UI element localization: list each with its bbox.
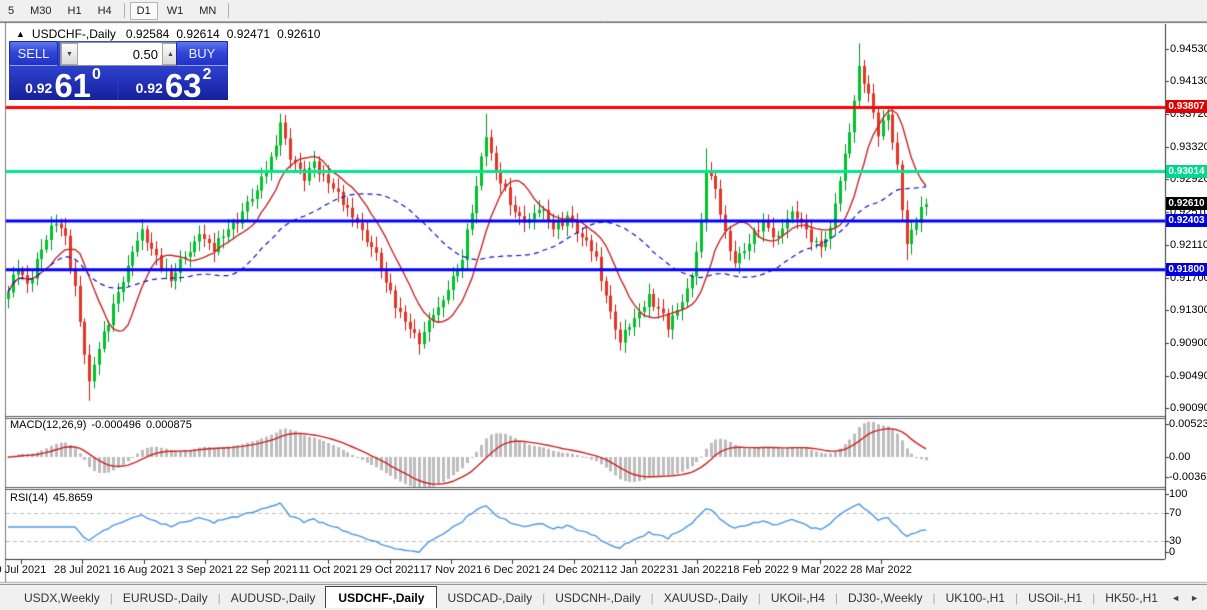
tab-scroll-left-icon[interactable]: ◄ [1171, 593, 1180, 603]
date-label: 16 Aug 2021 [113, 564, 175, 576]
sell-button[interactable]: SELL [9, 41, 58, 67]
price-tick-label: 0.90090 [1170, 402, 1207, 414]
rsi-axis-label: 100 [1169, 488, 1187, 500]
price-tick-label: 0.92110 [1170, 239, 1207, 251]
buy-price-pip: 2 [203, 66, 212, 84]
sell-price-display[interactable]: 0.92 61 0 [9, 66, 117, 100]
tab-scroll-nav: ◄ ► [1171, 593, 1199, 603]
buy-price-display[interactable]: 0.92 63 2 [119, 66, 228, 100]
price-tick-label: 0.94130 [1170, 75, 1207, 87]
price-tick-label: 0.91300 [1170, 304, 1207, 316]
chart-tab-USDCAD-Daily[interactable]: USDCAD-,Daily [437, 587, 542, 609]
price-badge-0.92610: 0.92610 [1166, 197, 1207, 210]
ohlc-open: 0.92584 [126, 27, 169, 41]
chart-symbol-label: USDCHF-,Daily [32, 27, 116, 41]
buy-price-base: 0.92 [136, 80, 163, 96]
chart-ohlc-header: ▲ USDCHF-,Daily 0.92584 0.92614 0.92471 … [16, 27, 327, 41]
price-badge-0.93014: 0.93014 [1166, 165, 1207, 178]
price-tick-label: 0.94530 [1170, 43, 1207, 55]
buy-button[interactable]: BUY [176, 41, 228, 67]
date-label: 6 Dec 2021 [484, 564, 540, 576]
price-tick-label: 0.90490 [1170, 370, 1207, 382]
date-label: 28 Jul 2021 [54, 564, 111, 576]
price-tick-label: 0.90900 [1170, 337, 1207, 349]
chart-tab-EURUSD-Daily[interactable]: EURUSD-,Daily [113, 587, 218, 609]
date-label: 3 Sep 2021 [177, 564, 233, 576]
chart-tab-HK50-H1[interactable]: HK50-,H1 [1095, 587, 1168, 609]
chart-tab-DJ30-Weekly[interactable]: DJ30-,Weekly [838, 587, 932, 609]
date-label: 17 Nov 2021 [420, 564, 482, 576]
chart-tab-XAUUSD-Daily[interactable]: XAUUSD-,Daily [654, 587, 758, 609]
sell-price-big: 61 [54, 72, 91, 100]
volume-input[interactable] [78, 43, 162, 65]
date-label: 22 Sep 2021 [236, 564, 298, 576]
date-label: 28 Mar 2022 [850, 564, 912, 576]
chart-tab-bar: USDX,Weekly|EURUSD-,Daily|AUDUSD-,DailyU… [0, 584, 1207, 610]
one-click-trading-panel: SELL ▼ ▲ BUY 0.92 61 0 0.92 63 2 [9, 41, 228, 100]
rsi-axis-label: 70 [1169, 507, 1181, 519]
ohlc-low: 0.92471 [227, 27, 270, 41]
tab-scroll-right-icon[interactable]: ► [1190, 593, 1199, 603]
chart-tab-USDCHF-Daily[interactable]: USDCHF-,Daily [325, 586, 437, 608]
toolbar-separator [228, 3, 229, 18]
sell-price-base: 0.92 [25, 80, 52, 96]
macd-axis-label: -0.00362 [1169, 471, 1207, 483]
macd-axis-label: 0.00 [1169, 451, 1190, 463]
timeframe-button-W1[interactable]: W1 [160, 2, 191, 20]
timeframe-toolbar: 5M30H1H4 D1W1MN [0, 0, 1207, 22]
buy-price-big: 63 [165, 72, 202, 100]
ohlc-high: 0.92614 [176, 27, 219, 41]
toolbar-separator [124, 3, 125, 18]
volume-control: ▼ ▲ [60, 42, 180, 66]
timeframe-button-H1[interactable]: H1 [61, 2, 89, 20]
chart-tab-USDX-Weekly[interactable]: USDX,Weekly [14, 587, 110, 609]
chart-tab-AUDUSD-Daily[interactable]: AUDUSD-,Daily [221, 587, 326, 609]
timeframe-button-H4[interactable]: H4 [91, 2, 119, 20]
volume-decrease-button[interactable]: ▼ [61, 43, 78, 65]
date-label: 29 Oct 2021 [360, 564, 420, 576]
mt4-window: 5M30H1H4 D1W1MN ▲ USDCHF-,Daily 0.92584 0… [0, 0, 1207, 610]
date-label: 24 Dec 2021 [543, 564, 605, 576]
date-label: 9 Mar 2022 [792, 564, 848, 576]
sell-price-pip: 0 [92, 66, 101, 84]
one-click-trading-toggle-icon[interactable]: ▲ [16, 29, 25, 39]
date-label: 12 Jan 2022 [605, 564, 666, 576]
chart-tab-UK100-H1[interactable]: UK100-,H1 [936, 587, 1015, 609]
timeframe-button-M30[interactable]: M30 [23, 2, 58, 20]
date-label: 9 Jul 2021 [0, 564, 46, 576]
macd-indicator-label: MACD(12,26,9)-0.0004960.000875 [10, 419, 197, 431]
date-label: 31 Jan 2022 [666, 564, 727, 576]
rsi-axis-label: 0 [1169, 546, 1175, 558]
timeframe-button-MN[interactable]: MN [192, 2, 223, 20]
price-badge-0.91800: 0.91800 [1166, 263, 1207, 276]
macd-axis-label: 0.00523 [1169, 418, 1207, 430]
price-badge-0.92403: 0.92403 [1166, 214, 1207, 227]
price-tick-label: 0.93320 [1170, 141, 1207, 153]
chart-tab-USOil-H1[interactable]: USOil-,H1 [1018, 587, 1092, 609]
timeframe-button-D1[interactable]: D1 [130, 2, 158, 20]
ohlc-close: 0.92610 [277, 27, 320, 41]
timeframe-button-5[interactable]: 5 [1, 2, 21, 20]
chart-tab-USDCNH-Daily[interactable]: USDCNH-,Daily [545, 587, 650, 609]
rsi-indicator-label: RSI(14)45.8659 [10, 492, 98, 504]
date-label: 11 Oct 2021 [299, 564, 358, 576]
date-label: 18 Feb 2022 [727, 564, 789, 576]
chart-tab-UKOil-H4[interactable]: UKOil-,H4 [761, 587, 835, 609]
price-badge-0.93807: 0.93807 [1166, 100, 1207, 113]
